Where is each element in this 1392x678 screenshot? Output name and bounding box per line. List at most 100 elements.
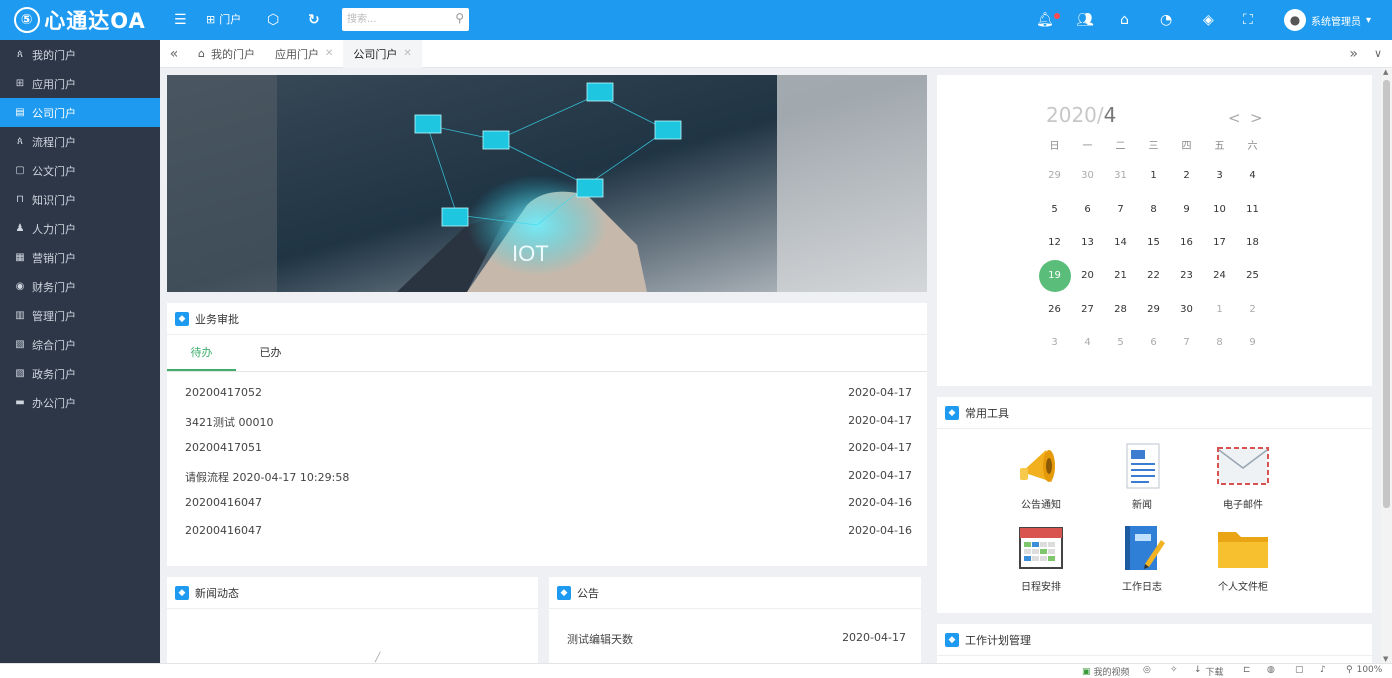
tab-todo[interactable]: 待办 — [167, 335, 236, 371]
tab-company-portal[interactable]: 公司门户 ✕ — [343, 39, 422, 68]
prev-month-icon[interactable]: < — [1228, 109, 1241, 127]
calendar-day[interactable]: 15 — [1137, 237, 1170, 248]
calendar-day[interactable]: 8 — [1203, 337, 1236, 348]
calendar-day[interactable]: 29 — [1038, 170, 1071, 181]
menu-toggle-icon[interactable]: ☰ — [174, 11, 187, 29]
list-item[interactable]: 20200417051 2020-04-17 — [185, 441, 912, 469]
calendar-day[interactable]: 11 — [1236, 204, 1269, 215]
tab-my-portal[interactable]: ⌂ 我的门户 — [188, 40, 265, 68]
list-item[interactable]: 20200416047 2020-04-16 — [185, 496, 912, 524]
calendar-day[interactable]: 17 — [1203, 237, 1236, 248]
calendar-day[interactable]: 30 — [1170, 304, 1203, 315]
list-item[interactable]: 20200417052 2020-04-17 — [185, 386, 912, 414]
calendar-day[interactable]: 4 — [1071, 337, 1104, 348]
browser-icon[interactable]: ◍ — [1267, 665, 1275, 675]
calendar-day[interactable]: 4 — [1236, 170, 1269, 181]
tool-work-log[interactable]: 工作日志 — [1102, 524, 1182, 593]
calendar-day[interactable]: 29 — [1137, 304, 1170, 315]
calendar-day[interactable]: 6 — [1137, 337, 1170, 348]
pin-icon[interactable]: ✧ — [1170, 665, 1178, 675]
sidebar-item-app-portal[interactable]: ⊞ 应用门户 — [0, 69, 160, 98]
calendar-day[interactable]: 18 — [1236, 237, 1269, 248]
calendar-day[interactable]: 19 — [1038, 259, 1071, 292]
tab-done[interactable]: 已办 — [236, 335, 305, 371]
calendar-day[interactable]: 25 — [1236, 270, 1269, 281]
calendar-day[interactable]: 5 — [1038, 204, 1071, 215]
tool-announcement[interactable]: 公告通知 — [1001, 442, 1081, 511]
close-icon[interactable]: ✕ — [325, 48, 333, 59]
tool-news[interactable]: 新闻 — [1102, 442, 1182, 511]
sidebar-item-management-portal[interactable]: ▥ 管理门户 — [0, 301, 160, 330]
chevron-down-icon[interactable]: ∨ — [1374, 47, 1382, 60]
page-scrollbar[interactable]: ▲ ▼ — [1381, 68, 1392, 663]
sidebar-item-office-portal[interactable]: ▬ 办公门户 — [0, 388, 160, 417]
sidebar-item-marketing-portal[interactable]: ▦ 营销门户 — [0, 243, 160, 272]
list-item[interactable]: 20200416047 2020-04-16 — [185, 524, 912, 552]
refresh-icon[interactable]: ↻ — [308, 11, 320, 29]
calendar-day[interactable]: 6 — [1071, 204, 1104, 215]
layers-icon[interactable]: ◈ — [1203, 11, 1214, 29]
user-menu[interactable]: ● 系统管理员 ▾ — [1284, 9, 1371, 31]
close-icon[interactable]: ✕ — [403, 48, 411, 59]
scroll-tabs-right-icon[interactable]: » — [1349, 46, 1358, 62]
calendar-day[interactable]: 3 — [1038, 337, 1071, 348]
fullscreen-icon[interactable]: ⛶ — [1243, 11, 1253, 29]
calendar-day[interactable]: 23 — [1170, 270, 1203, 281]
bell-icon[interactable]: 🔔︎ — [1036, 11, 1054, 29]
calendar-day[interactable]: 2 — [1236, 304, 1269, 315]
scroll-tabs-left-icon[interactable]: « — [160, 46, 188, 62]
app-logo[interactable]: ⑤ 心通达OA — [0, 0, 160, 40]
scroll-down-icon[interactable]: ▼ — [1383, 655, 1388, 663]
portal-menu-button[interactable]: ⊞ 门户 — [206, 11, 241, 29]
next-month-icon[interactable]: > — [1250, 109, 1263, 127]
calendar-day[interactable]: 3 — [1203, 170, 1236, 181]
calendar-day[interactable]: 9 — [1170, 204, 1203, 215]
sidebar-item-finance-portal[interactable]: ◉ 财务门户 — [0, 272, 160, 301]
zoom-button[interactable]: ⚲ 100% — [1346, 665, 1382, 675]
sidebar-item-company-portal[interactable]: ▤ 公司门户 — [0, 98, 160, 127]
window-icon[interactable]: ▢ — [1295, 665, 1304, 675]
calendar-day[interactable]: 14 — [1104, 237, 1137, 248]
calendar-day[interactable]: 26 — [1038, 304, 1071, 315]
calendar-day[interactable]: 1 — [1137, 170, 1170, 181]
calendar-day[interactable]: 20 — [1071, 270, 1104, 281]
tool-email[interactable]: 电子邮件 — [1203, 442, 1283, 511]
cube-icon[interactable]: ⬡ — [267, 11, 279, 29]
list-item[interactable]: 测试编辑天数 2020-04-17 — [567, 631, 906, 647]
calendar-day[interactable]: 9 — [1236, 337, 1269, 348]
tool-schedule[interactable]: 日程安排 — [1001, 524, 1081, 593]
sidebar-item-document-portal[interactable]: ▢ 公文门户 — [0, 156, 160, 185]
calendar-day[interactable]: 28 — [1104, 304, 1137, 315]
calendar-day[interactable]: 5 — [1104, 337, 1137, 348]
tab-app-portal[interactable]: 应用门户 ✕ — [265, 40, 343, 68]
sidebar-item-hr-portal[interactable]: ♟ 人力门户 — [0, 214, 160, 243]
translate-icon[interactable]: ⊏ — [1243, 665, 1251, 675]
tag-icon[interactable]: ⌂ — [1120, 11, 1129, 29]
calendar-day[interactable]: 31 — [1104, 170, 1137, 181]
sidebar-item-process-portal[interactable]: ጰ 流程门户 — [0, 127, 160, 156]
dashboard-icon[interactable]: ◔ — [1160, 11, 1172, 29]
calendar-day[interactable]: 21 — [1104, 270, 1137, 281]
calendar-day[interactable]: 27 — [1071, 304, 1104, 315]
calendar-day[interactable]: 1 — [1203, 304, 1236, 315]
sidebar-item-general-portal[interactable]: ▧ 综合门户 — [0, 330, 160, 359]
calendar-day[interactable]: 24 — [1203, 270, 1236, 281]
volume-icon[interactable]: ♪ — [1320, 665, 1326, 675]
calendar-day[interactable]: 2 — [1170, 170, 1203, 181]
sidebar-item-knowledge-portal[interactable]: ⊓ 知识门户 — [0, 185, 160, 214]
calendar-day[interactable]: 12 — [1038, 237, 1071, 248]
search-input[interactable] — [342, 8, 442, 31]
calendar-day[interactable]: 30 — [1071, 170, 1104, 181]
contacts-icon[interactable]: 👥︎ — [1076, 11, 1094, 29]
scroll-up-icon[interactable]: ▲ — [1383, 68, 1388, 76]
calendar-day[interactable]: 7 — [1104, 204, 1137, 215]
scrollbar-thumb[interactable] — [1383, 80, 1390, 508]
sidebar-item-my-portal[interactable]: ጰ 我的门户 — [0, 40, 160, 69]
calendar-day[interactable]: 13 — [1071, 237, 1104, 248]
calendar-day[interactable]: 16 — [1170, 237, 1203, 248]
calendar-day[interactable]: 8 — [1137, 204, 1170, 215]
calendar-day[interactable]: 10 — [1203, 204, 1236, 215]
calendar-day[interactable]: 22 — [1137, 270, 1170, 281]
my-video-button[interactable]: ▣ 我的视频 — [1082, 665, 1130, 678]
list-item[interactable]: 3421测试 00010 2020-04-17 — [185, 414, 912, 442]
